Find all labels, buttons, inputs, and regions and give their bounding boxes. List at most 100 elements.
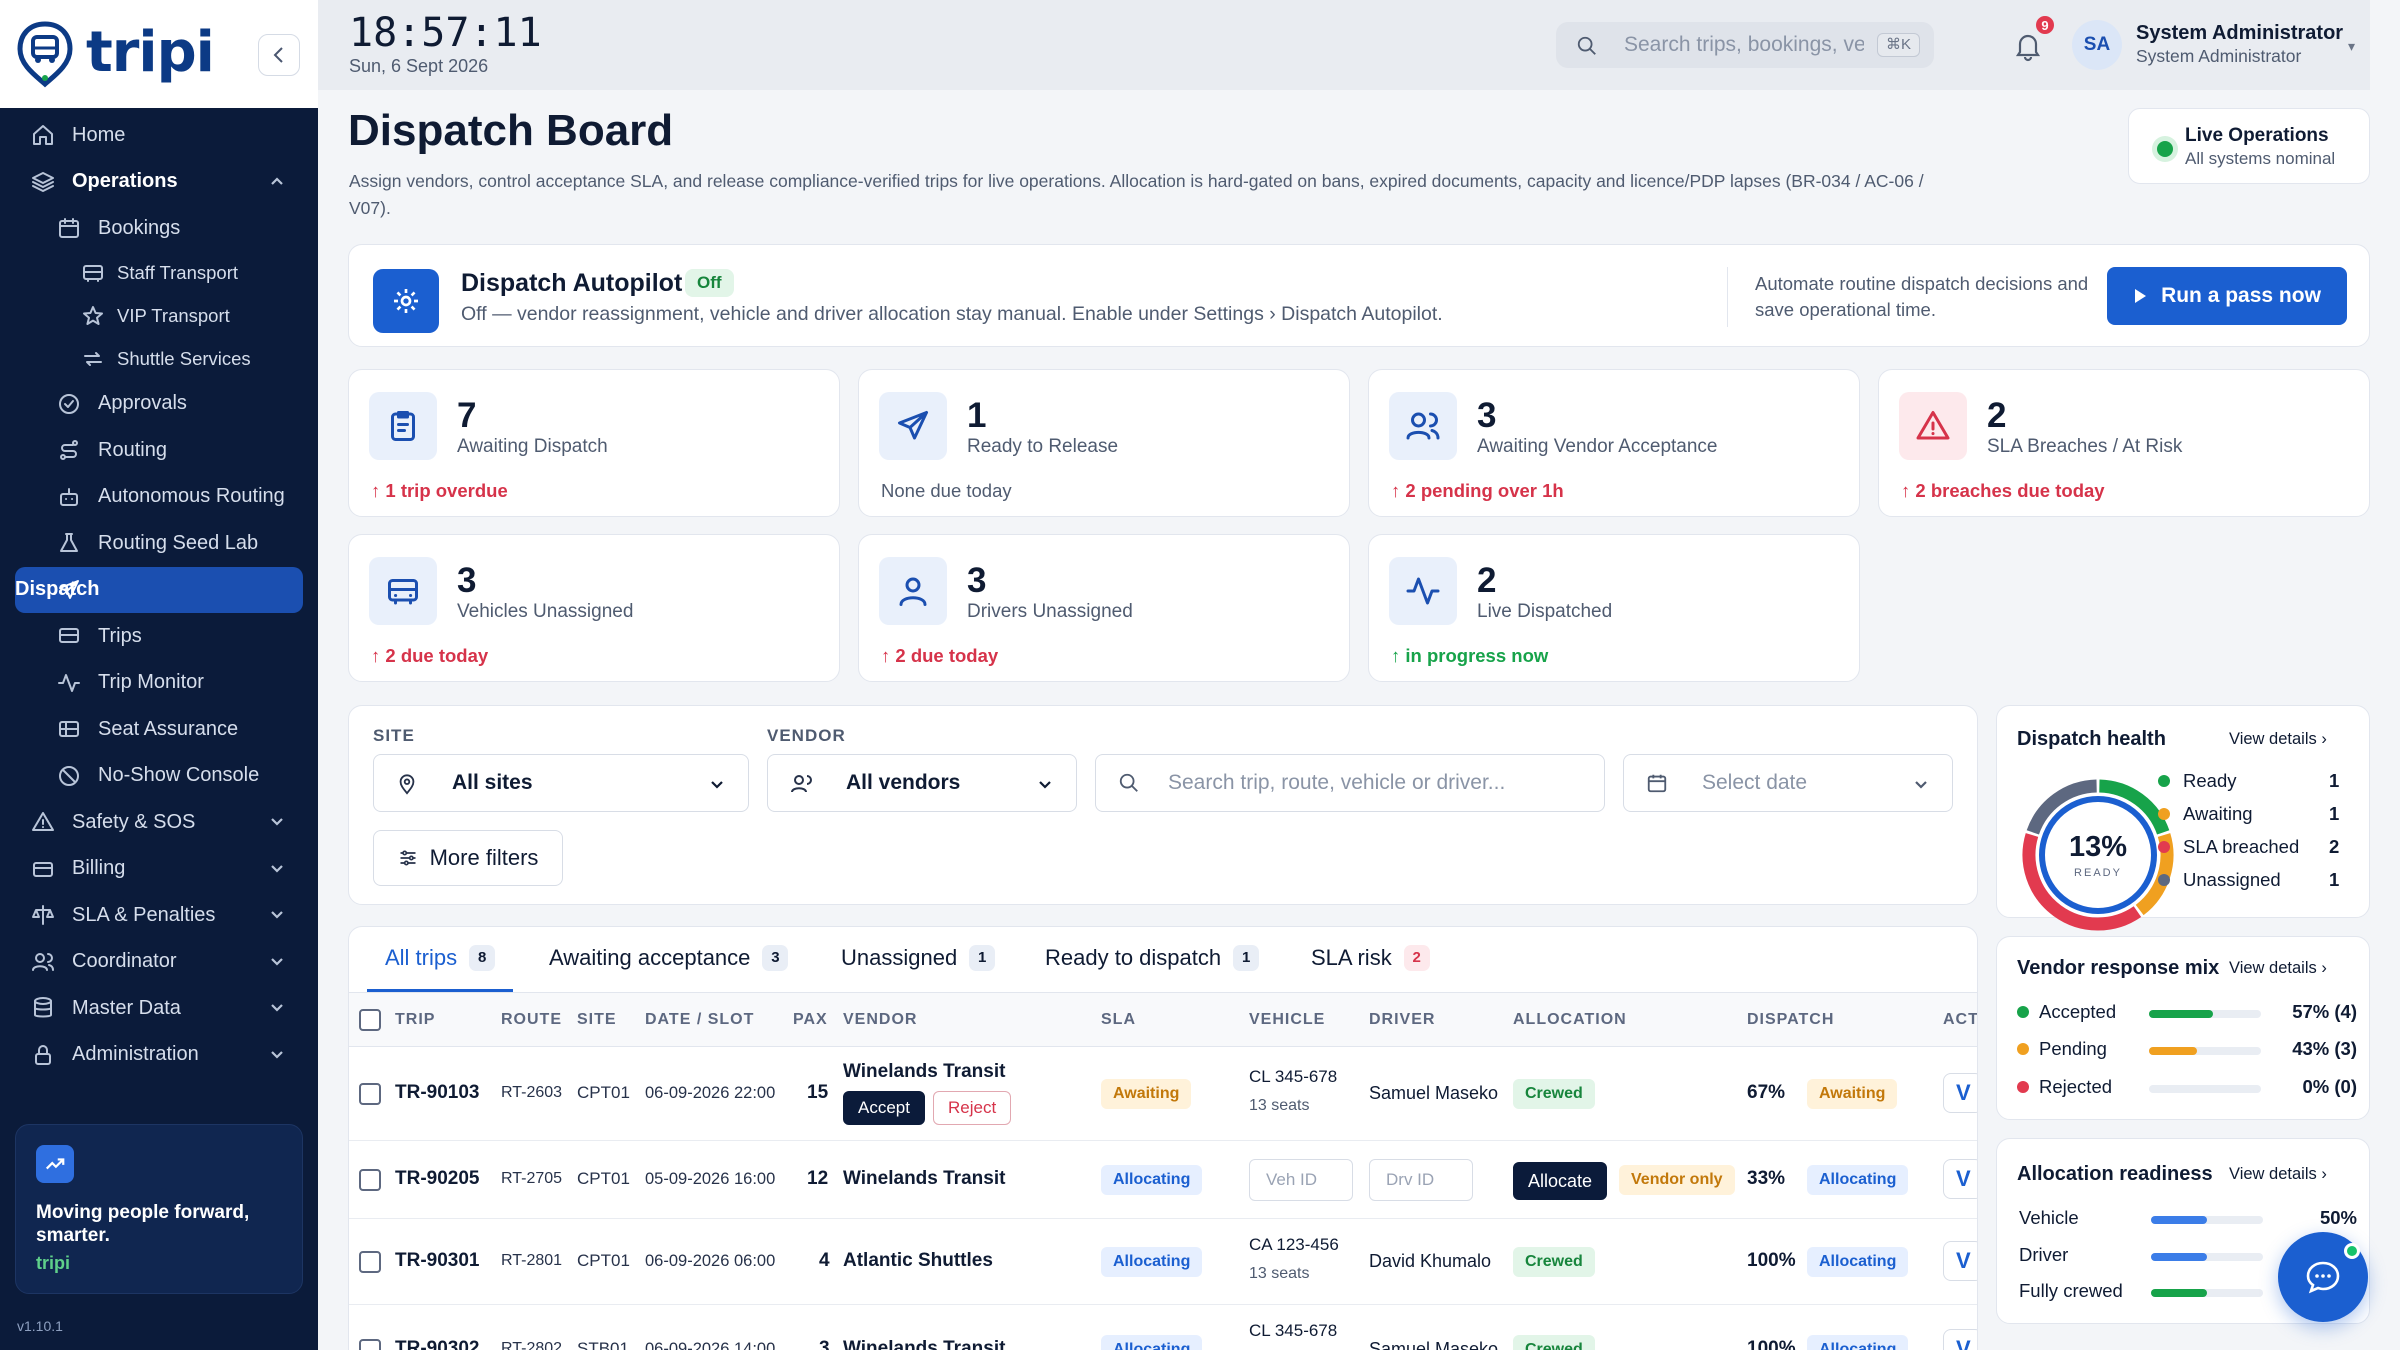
column-header[interactable]: PAX: [793, 1011, 828, 1029]
tab-sla-risk[interactable]: SLA risk 2: [1311, 945, 1430, 971]
vendor-response-row: Pending 43% (3): [2017, 1038, 2357, 1062]
health-percent: 13%: [2069, 831, 2127, 863]
global-search[interactable]: ⌘K: [1556, 22, 1934, 68]
driver-id-input[interactable]: [1369, 1159, 1473, 1201]
column-header[interactable]: SITE: [577, 1011, 617, 1029]
trip-search-field[interactable]: Search trip, route, vehicle or driver...: [1095, 754, 1605, 812]
sidebar-item-routing[interactable]: Routing: [0, 427, 318, 474]
app-version: v1.10.1: [17, 1318, 63, 1334]
driver-name: Samuel Maseko: [1369, 1083, 1499, 1103]
trip-id[interactable]: TR-90302: [395, 1338, 480, 1350]
trip-id[interactable]: TR-90205: [395, 1168, 480, 1190]
sidebar-item-seat-assurance[interactable]: Seat Assurance: [0, 706, 318, 753]
row-action-button[interactable]: V: [1943, 1159, 1977, 1199]
vehicle-id-input[interactable]: [1249, 1159, 1353, 1201]
table-row[interactable]: TR-90205 RT-2705 CPT01 05-09-2026 16:00 …: [349, 1141, 1977, 1219]
sidebar-item-master-data[interactable]: Master Data: [0, 985, 318, 1032]
caret-down-icon[interactable]: ▾: [2348, 38, 2355, 55]
response-value: 57% (4): [2292, 1001, 2357, 1022]
date-picker[interactable]: Select date: [1623, 754, 1953, 812]
column-header[interactable]: VEHICLE: [1249, 1011, 1325, 1029]
sidebar-item-routing-seed-lab[interactable]: Routing Seed Lab: [0, 520, 318, 567]
tab-ready-to-dispatch[interactable]: Ready to dispatch 1: [1045, 945, 1260, 971]
tab-unassigned[interactable]: Unassigned 1: [841, 945, 996, 971]
sidebar-item-trips[interactable]: Trips: [0, 613, 318, 660]
sidebar-item-trip-monitor[interactable]: Trip Monitor: [0, 660, 318, 707]
status-dot: [2017, 1006, 2029, 1018]
allocate-button[interactable]: Allocate: [1513, 1162, 1608, 1200]
select-all-checkbox[interactable]: [359, 1009, 381, 1031]
sidebar-item-dispatch[interactable]: Dispatch: [15, 566, 303, 613]
row-checkbox[interactable]: [359, 1083, 381, 1105]
global-search-input[interactable]: [1624, 32, 1864, 58]
sidebar-item-no-show-console[interactable]: No-Show Console: [0, 753, 318, 800]
row-checkbox[interactable]: [359, 1251, 381, 1273]
sidebar-item-shuttle-services[interactable]: Shuttle Services: [0, 338, 318, 381]
run-pass-button[interactable]: Run a pass now: [2107, 267, 2347, 325]
row-action-button[interactable]: V: [1943, 1241, 1977, 1281]
vendor-select[interactable]: All vendors: [767, 754, 1077, 812]
row-action-button[interactable]: V: [1943, 1073, 1977, 1113]
flask-icon: [56, 530, 82, 556]
reject-button[interactable]: Reject: [933, 1091, 1012, 1125]
kpi-card[interactable]: 3 Drivers Unassigned ↑ 2 due today: [858, 534, 1350, 682]
readiness-value: 50%: [2319, 1207, 2357, 1228]
accept-button[interactable]: Accept: [843, 1091, 925, 1125]
sidebar-item-sla-penalties[interactable]: SLA & Penalties: [0, 892, 318, 939]
more-filters-button[interactable]: More filters: [373, 830, 563, 886]
response-label: Rejected: [2039, 1076, 2113, 1097]
sidebar-item-home[interactable]: Home: [0, 112, 318, 159]
sidebar-item-safety-sos[interactable]: Safety & SOS: [0, 799, 318, 846]
sidebar-item-approvals[interactable]: Approvals: [0, 381, 318, 428]
column-header[interactable]: ALLOCATION: [1513, 1011, 1627, 1029]
column-header[interactable]: VENDOR: [843, 1011, 917, 1029]
kpi-card[interactable]: 3 Vehicles Unassigned ↑ 2 due today: [348, 534, 840, 682]
avatar[interactable]: SA: [2072, 20, 2122, 70]
sidebar-item-staff-transport[interactable]: Staff Transport: [0, 252, 318, 295]
site-code: CPT01: [577, 1083, 630, 1102]
trip-id[interactable]: TR-90301: [395, 1250, 480, 1272]
row-checkbox[interactable]: [359, 1339, 381, 1350]
sidebar-item-autonomous-routing[interactable]: Autonomous Routing: [0, 474, 318, 521]
site-select[interactable]: All sites: [373, 754, 749, 812]
chat-icon: [2306, 1261, 2340, 1294]
tab-all-trips[interactable]: All trips 8: [385, 945, 496, 971]
dispatch-status-badge: Awaiting: [1807, 1079, 1898, 1109]
sidebar-item-billing[interactable]: Billing: [0, 846, 318, 893]
column-header[interactable]: TRIP: [395, 1011, 435, 1029]
column-header[interactable]: DATE / SLOT: [645, 1011, 754, 1029]
user-name[interactable]: System Administrator: [2136, 22, 2343, 45]
view-details-link[interactable]: View details ›: [2229, 959, 2327, 978]
sidebar-item-operations[interactable]: Operations: [0, 159, 318, 206]
pax-count: 4: [819, 1250, 830, 1271]
progress-fill: [2149, 1047, 2198, 1055]
column-header[interactable]: DRIVER: [1369, 1011, 1435, 1029]
column-header[interactable]: ACT: [1943, 1011, 1977, 1029]
sidebar-item-vip-transport[interactable]: VIP Transport: [0, 295, 318, 338]
sidebar-item-coordinator[interactable]: Coordinator: [0, 939, 318, 986]
kpi-card[interactable]: 2 Live Dispatched ↑ in progress now: [1368, 534, 1860, 682]
collapse-sidebar-button[interactable]: [258, 34, 300, 76]
column-header[interactable]: SLA: [1101, 1011, 1136, 1029]
column-header[interactable]: DISPATCH: [1747, 1011, 1834, 1029]
kpi-label: Drivers Unassigned: [967, 601, 1133, 622]
view-details-link[interactable]: View details ›: [2229, 1165, 2327, 1184]
table-row[interactable]: TR-90103 RT-2603 CPT01 06-09-2026 22:00 …: [349, 1047, 1977, 1141]
table-row[interactable]: TR-90302 RT-2802 STB01 06-09-2026 14:00 …: [349, 1305, 1977, 1350]
view-details-link[interactable]: View details ›: [2229, 730, 2327, 749]
column-header[interactable]: ROUTE: [501, 1011, 562, 1029]
trip-id[interactable]: TR-90103: [395, 1082, 480, 1104]
sidebar: tripi Home Operations Bookings Staff Tra…: [0, 0, 318, 1350]
kpi-card[interactable]: 2 SLA Breaches / At Risk ↑ 2 breaches du…: [1878, 369, 2370, 517]
sidebar-item-administration[interactable]: Administration: [0, 1032, 318, 1079]
sidebar-item-bookings[interactable]: Bookings: [0, 205, 318, 252]
kpi-card[interactable]: 3 Awaiting Vendor Acceptance ↑ 2 pending…: [1368, 369, 1860, 517]
kpi-card[interactable]: 1 Ready to Release None due today: [858, 369, 1350, 517]
row-checkbox[interactable]: [359, 1169, 381, 1191]
kpi-card[interactable]: 7 Awaiting Dispatch ↑ 1 trip overdue: [348, 369, 840, 517]
table-row[interactable]: TR-90301 RT-2801 CPT01 06-09-2026 06:00 …: [349, 1219, 1977, 1305]
progress-track: [2149, 1010, 2261, 1018]
row-action-button[interactable]: V: [1943, 1329, 1977, 1350]
dispatch-status-badge: Allocating: [1807, 1247, 1909, 1277]
tab-awaiting-acceptance[interactable]: Awaiting acceptance 3: [549, 945, 789, 971]
